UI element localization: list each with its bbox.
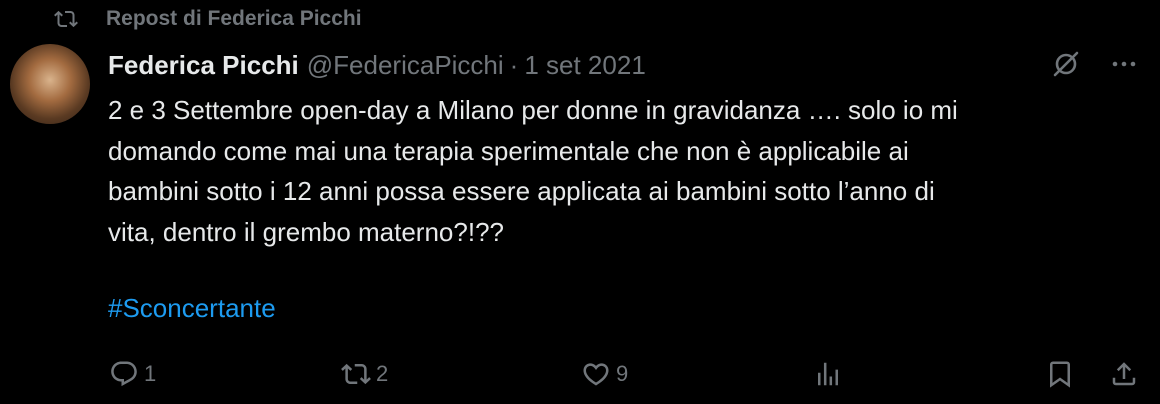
repost-icon <box>340 358 372 390</box>
like-button[interactable]: 9 <box>580 354 628 394</box>
header-separator: · <box>509 49 519 80</box>
repost-button[interactable]: 2 <box>340 354 388 394</box>
avatar[interactable] <box>10 44 90 124</box>
tweet-text: 2 e 3 Settembre open-day a Milano per do… <box>108 95 958 247</box>
views-button[interactable] <box>812 354 844 394</box>
hashtag-link[interactable]: #Sconcertante <box>108 288 276 328</box>
share-icon <box>1108 358 1140 390</box>
header-actions <box>1050 48 1140 80</box>
bookmark-icon <box>1044 358 1076 390</box>
repost-label: Repost di Federica Picchi <box>106 7 362 30</box>
author-name[interactable]: Federica Picchi <box>108 50 299 81</box>
repost-icon <box>54 7 78 31</box>
repost-count: 2 <box>376 361 389 386</box>
tweet-header: Federica Picchi @FedericaPicchi · 1 set … <box>108 46 646 84</box>
reply-icon <box>108 358 140 390</box>
grok-icon[interactable] <box>1050 48 1082 80</box>
more-icon[interactable] <box>1108 48 1140 80</box>
repost-header[interactable]: Repost di Federica Picchi <box>54 4 362 34</box>
like-count: 9 <box>616 361 629 386</box>
views-icon <box>812 358 844 390</box>
reply-count: 1 <box>144 361 157 386</box>
share-button[interactable] <box>1108 354 1140 394</box>
reply-button[interactable]: 1 <box>108 354 156 394</box>
author-handle[interactable]: @FedericaPicchi <box>307 50 504 81</box>
bookmark-button[interactable] <box>1044 354 1076 394</box>
tweet-action-bar: 1 2 9 <box>108 354 1140 394</box>
tweet-date[interactable]: 1 set 2021 <box>524 50 645 81</box>
heart-icon <box>580 358 612 390</box>
